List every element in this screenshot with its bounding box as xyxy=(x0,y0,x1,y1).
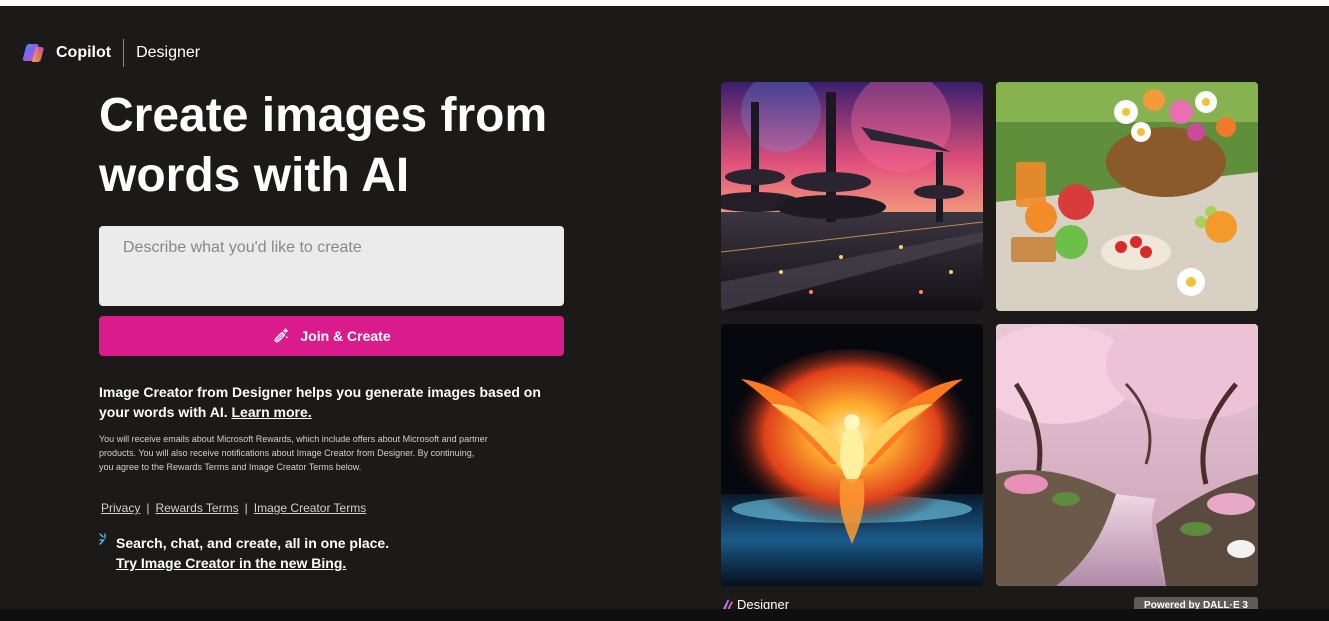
copilot-logo-icon[interactable] xyxy=(22,41,46,65)
brand-divider xyxy=(123,39,125,67)
try-bing-link[interactable]: Try Image Creator in the new Bing. xyxy=(116,553,389,573)
brand-name: Copilot xyxy=(56,44,112,61)
gallery-image-picnic[interactable] xyxy=(996,82,1258,311)
product-name: Designer xyxy=(136,44,201,61)
bing-promo: Search, chat, and create, all in one pla… xyxy=(99,533,389,573)
page: Copilot Designer Create images from word… xyxy=(0,6,1329,609)
legal-links: Privacy | Rewards Terms | Image Creator … xyxy=(101,501,366,515)
image-creator-terms-link[interactable]: Image Creator Terms xyxy=(254,501,366,515)
rewards-terms-link[interactable]: Rewards Terms xyxy=(155,501,238,515)
hero-title-line2: words with AI xyxy=(99,149,410,202)
picnic-artwork xyxy=(996,82,1258,311)
phoenix-artwork xyxy=(721,324,983,586)
prompt-input[interactable] xyxy=(99,226,564,306)
gallery-image-phoenix[interactable] xyxy=(721,324,983,586)
description: Image Creator from Designer helps you ge… xyxy=(99,382,559,422)
join-create-button[interactable]: Join & Create xyxy=(99,316,564,356)
sparkle-icon xyxy=(99,533,106,545)
legal-separator: | xyxy=(244,501,248,515)
gallery-image-spaceport[interactable] xyxy=(721,82,983,311)
designer-logo-icon xyxy=(722,599,734,609)
privacy-link[interactable]: Privacy xyxy=(101,501,140,515)
footer-designer: Designer xyxy=(721,597,789,609)
legal-separator: | xyxy=(146,501,150,515)
promo-text: Search, chat, and create, all in one pla… xyxy=(116,535,390,551)
dalle-badge: Powered by DALL·E 3 xyxy=(1134,597,1258,609)
footer-designer-label: Designer xyxy=(737,597,790,609)
description-text: Image Creator from Designer helps you ge… xyxy=(99,384,541,420)
magic-wand-icon xyxy=(274,328,289,343)
learn-more-link[interactable]: Learn more. xyxy=(232,404,312,420)
bottom-bar xyxy=(0,609,1329,621)
hero-title: Create images from words with AI xyxy=(99,86,619,206)
join-create-label: Join & Create xyxy=(300,328,391,344)
rewards-fineprint: You will receive emails about Microsoft … xyxy=(99,434,488,472)
cherry-blossom-artwork xyxy=(996,324,1258,586)
brand-header: Copilot Designer xyxy=(22,38,200,68)
hero-title-line1: Create images from xyxy=(99,89,548,142)
spaceport-artwork xyxy=(721,82,983,311)
gallery-image-cherry-blossom[interactable] xyxy=(996,324,1258,586)
